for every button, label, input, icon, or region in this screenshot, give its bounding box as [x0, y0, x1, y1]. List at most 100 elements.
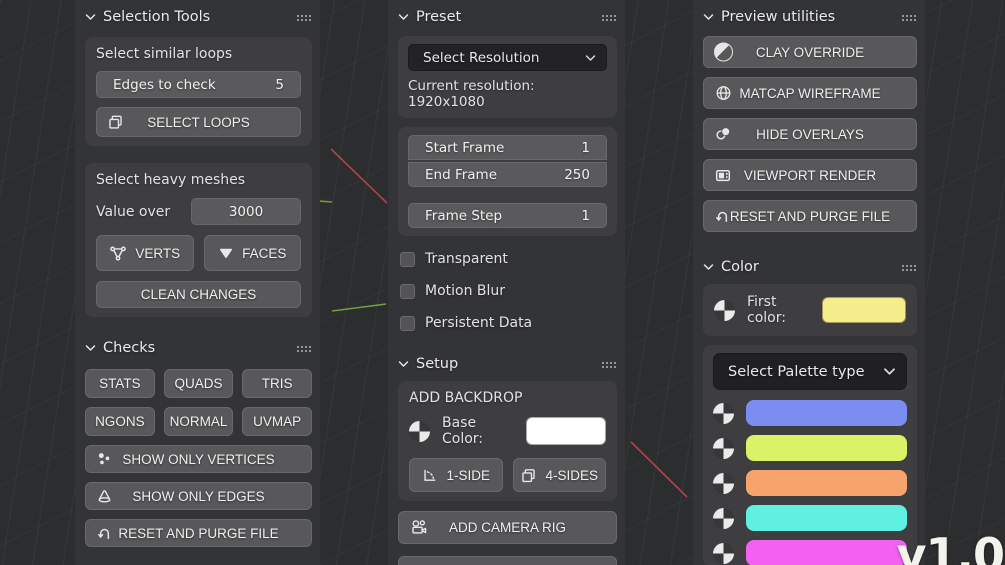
one-side-button[interactable]: 1-SIDE — [409, 458, 503, 492]
material-sphere-icon — [713, 507, 734, 529]
start-frame-field[interactable]: Start Frame 1 — [408, 135, 607, 160]
viewport-render-button[interactable]: VIEWPORT RENDER — [703, 159, 917, 191]
clean-changes-label: CLEAN CHANGES — [140, 287, 257, 302]
one-side-label: 1-SIDE — [446, 467, 490, 483]
clean-changes-button[interactable]: CLEAN CHANGES — [96, 281, 301, 308]
tris-button[interactable]: TRIS — [242, 369, 312, 398]
palette-color-swatch-magenta[interactable] — [746, 540, 907, 565]
value-over-row: Value over 3000 — [96, 198, 301, 225]
chevron-down-icon — [85, 344, 96, 352]
four-sides-button[interactable]: 4-SIDES — [512, 458, 606, 492]
palette-color-swatch-orange[interactable] — [746, 470, 907, 496]
drag-handle-icon[interactable] — [601, 360, 616, 368]
current-resolution-text: Current resolution: 1920x1080 — [408, 78, 535, 110]
drag-handle-icon[interactable] — [296, 13, 311, 21]
motion-blur-checkbox[interactable] — [400, 283, 415, 299]
panel-header-setup[interactable]: Setup — [388, 349, 625, 377]
matcap-wireframe-button[interactable]: MATCAP WIREFRAME — [703, 77, 917, 109]
first-color-swatch[interactable] — [821, 297, 906, 323]
add-lights-button[interactable]: ADD LIGHTS — [398, 556, 617, 565]
show-only-vertices-button[interactable]: SHOW ONLY VERTICES — [85, 445, 312, 473]
frame-step-field[interactable]: Frame Step 1 — [408, 203, 607, 228]
reset-and-purge-button[interactable]: RESET AND PURGE FILE — [703, 200, 917, 232]
quads-button[interactable]: QUADS — [163, 369, 234, 398]
palette-row — [713, 505, 907, 531]
faces-button[interactable]: FACES — [203, 235, 301, 271]
ngons-button[interactable]: NGONS — [85, 407, 155, 436]
panel-header-checks[interactable]: Checks — [75, 333, 320, 361]
drag-handle-icon[interactable] — [901, 263, 916, 271]
frame-step-value: 1 — [581, 207, 590, 224]
palette-type-dropdown[interactable]: Select Palette type — [713, 353, 907, 390]
material-sphere-icon — [713, 542, 734, 564]
camera-rig-icon — [409, 518, 429, 538]
palette-color-swatch-blue[interactable] — [746, 400, 907, 426]
select-loops-label: SELECT LOOPS — [147, 114, 250, 130]
panel-column-middle: Preset Select Resolution Current resolut… — [388, 0, 625, 565]
clay-sphere-icon — [714, 42, 733, 62]
add-camera-rig-label: ADD CAMERA RIG — [448, 520, 567, 535]
panel-title: Color — [721, 259, 759, 275]
checkbox-label: Transparent — [425, 251, 508, 267]
drag-handle-icon[interactable] — [601, 13, 616, 21]
checkbox-label: Motion Blur — [425, 283, 506, 299]
material-sphere-icon — [713, 437, 734, 459]
base-color-swatch[interactable] — [526, 417, 606, 445]
material-sphere-icon — [713, 472, 734, 494]
select-loops-button[interactable]: SELECT LOOPS — [96, 107, 301, 137]
cube-icon — [107, 114, 124, 131]
transparent-checkbox[interactable] — [400, 251, 415, 267]
resolution-dropdown[interactable]: Select Resolution — [408, 44, 607, 71]
reset-loop-icon — [714, 208, 731, 225]
material-sphere-icon — [713, 402, 734, 424]
checkbox-label: Persistent Data — [425, 315, 533, 331]
panel-header-color[interactable]: Color — [693, 252, 925, 280]
end-frame-value: 250 — [564, 166, 590, 183]
add-camera-rig-button[interactable]: ADD CAMERA RIG — [398, 511, 617, 544]
panel-header-preview-utilities[interactable]: Preview utilities — [693, 2, 925, 30]
value-over-field[interactable]: 3000 — [191, 198, 301, 225]
drag-handle-icon[interactable] — [901, 13, 916, 21]
stats-button[interactable]: STATS — [85, 369, 155, 398]
vertices-icon — [96, 451, 113, 468]
checkbox-row-motion-blur[interactable]: Motion Blur — [400, 282, 617, 300]
resolution-box: Select Resolution Current resolution: 19… — [398, 36, 617, 118]
similar-loops-box: Select similar loops Edges to check 5 SE… — [85, 37, 312, 146]
chevron-down-icon — [703, 263, 714, 271]
palette-row — [713, 400, 907, 426]
button-label: NGONS — [95, 414, 145, 429]
panel-header-preset[interactable]: Preset — [388, 2, 625, 30]
frame-step-label: Frame Step — [425, 207, 503, 224]
normal-button[interactable]: NORMAL — [163, 407, 234, 436]
frame-range-box: Start Frame 1 End Frame 250 Frame Step 1 — [398, 127, 617, 236]
checkbox-row-persistent-data[interactable]: Persistent Data — [400, 314, 617, 332]
base-color-label: Base Color: — [442, 415, 484, 447]
verts-button[interactable]: VERTS — [96, 235, 194, 271]
drag-handle-icon[interactable] — [296, 344, 311, 352]
edges-to-check-field[interactable]: Edges to check 5 — [96, 71, 301, 98]
viewport-render-label: VIEWPORT RENDER — [743, 167, 877, 183]
reset-and-purge-label: RESET AND PURGE FILE — [729, 208, 891, 224]
chevron-down-icon — [703, 13, 714, 21]
corner-axis-icon — [421, 467, 438, 484]
show-only-vertices-label: SHOW ONLY VERTICES — [122, 451, 275, 467]
reset-and-purge-label: RESET AND PURGE FILE — [118, 525, 279, 541]
verts-label: VERTS — [135, 245, 181, 261]
palette-color-swatch-lime[interactable] — [746, 435, 907, 461]
palette-color-swatch-cyan[interactable] — [746, 505, 907, 531]
end-frame-field[interactable]: End Frame 250 — [408, 162, 607, 187]
checkbox-row-transparent[interactable]: Transparent — [400, 250, 617, 268]
panel-header-selection-tools[interactable]: Selection Tools — [75, 2, 320, 30]
start-frame-value: 1 — [581, 139, 590, 156]
reset-and-purge-button[interactable]: RESET AND PURGE FILE — [85, 519, 312, 547]
add-backdrop-label: ADD BACKDROP — [409, 390, 523, 406]
button-label: NORMAL — [169, 414, 228, 429]
chevron-down-icon — [398, 360, 409, 368]
uvmap-button[interactable]: UVMAP — [242, 407, 312, 436]
clay-override-button[interactable]: CLAY OVERRIDE — [703, 36, 917, 68]
panel-column-left: Selection Tools Select similar loops Edg… — [75, 0, 320, 565]
hide-overlays-button[interactable]: HIDE OVERLAYS — [703, 118, 917, 150]
show-only-edges-button[interactable]: SHOW ONLY EDGES — [85, 482, 312, 510]
persistent-data-checkbox[interactable] — [400, 315, 415, 331]
end-frame-label: End Frame — [425, 166, 498, 183]
